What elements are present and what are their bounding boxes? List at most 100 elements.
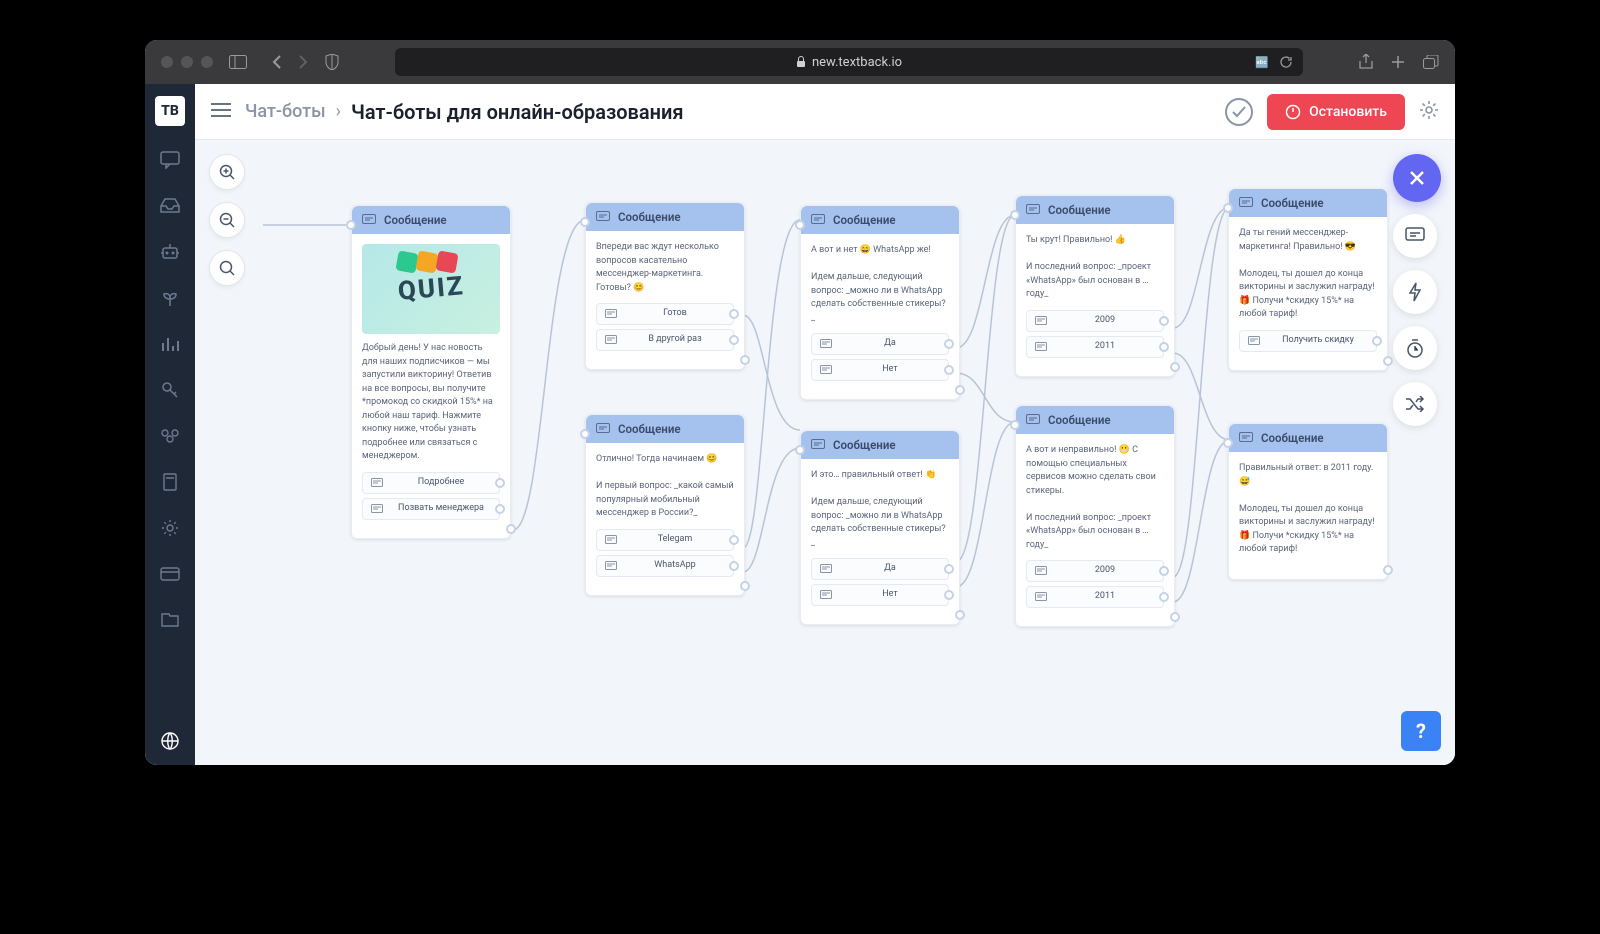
node-text: И это… правильный ответ! 👏 Идем дальше, … (811, 469, 949, 550)
settings-icon[interactable] (158, 516, 182, 540)
stop-button[interactable]: Остановить (1267, 94, 1405, 130)
team-icon[interactable] (158, 424, 182, 448)
port-in[interactable] (580, 217, 590, 227)
port-out[interactable] (1383, 565, 1393, 575)
node-button[interactable]: 2009 (1026, 560, 1164, 582)
node-button[interactable]: В другой раз (596, 329, 734, 351)
port-in[interactable] (795, 220, 805, 230)
port-out[interactable] (1159, 566, 1169, 576)
port-out[interactable] (944, 339, 954, 349)
port-in[interactable] (795, 445, 805, 455)
bot-icon[interactable] (158, 240, 182, 264)
port-out[interactable] (729, 335, 739, 345)
validate-button[interactable] (1225, 98, 1253, 126)
chat-icon[interactable] (158, 148, 182, 172)
menu-icon[interactable] (211, 102, 231, 121)
message-icon (596, 423, 610, 435)
sidebar-toggle-icon[interactable] (229, 55, 247, 69)
port-out[interactable] (740, 355, 750, 365)
flow-node[interactable]: Сообщение Ты крут! Правильно! 👍 И послед… (1015, 195, 1175, 377)
port-in[interactable] (1223, 438, 1233, 448)
port-out[interactable] (944, 365, 954, 375)
port-in[interactable] (346, 220, 356, 230)
message-icon (1026, 204, 1040, 216)
node-button[interactable]: Подробнее (362, 472, 500, 494)
tabs-icon[interactable] (1423, 54, 1439, 70)
node-text: Впереди вас ждут несколько вопросов каса… (596, 241, 734, 295)
node-button[interactable]: Нет (811, 584, 949, 606)
port-out[interactable] (1383, 356, 1393, 366)
port-out[interactable] (1159, 316, 1169, 326)
node-title: Сообщение (618, 422, 681, 436)
translate-icon[interactable]: 🔤 (1255, 56, 1269, 69)
key-icon[interactable] (158, 378, 182, 402)
shield-icon[interactable] (325, 54, 339, 70)
port-out[interactable] (740, 581, 750, 591)
node-button[interactable]: Telegam (596, 529, 734, 551)
port-out[interactable] (729, 535, 739, 545)
growth-icon[interactable] (158, 286, 182, 310)
close-window-icon[interactable] (161, 56, 173, 68)
back-icon[interactable] (271, 55, 283, 69)
flow-node[interactable]: Сообщение Правильный ответ: в 2011 году.… (1228, 423, 1388, 580)
flow-canvas[interactable]: ? (195, 140, 1455, 765)
analytics-icon[interactable] (158, 332, 182, 356)
port-out[interactable] (1170, 612, 1180, 622)
flow-node[interactable]: Сообщение И это… правильный ответ! 👏 Иде… (800, 430, 960, 625)
node-button[interactable]: Да (811, 333, 949, 355)
port-out[interactable] (955, 385, 965, 395)
node-text: Да ты гений мессенджер-маркетинга! Прави… (1239, 227, 1377, 322)
forward-icon[interactable] (297, 55, 309, 69)
new-tab-icon[interactable] (1391, 54, 1405, 70)
port-out[interactable] (506, 524, 516, 534)
port-in[interactable] (580, 429, 590, 439)
calculator-icon[interactable] (158, 470, 182, 494)
card-icon[interactable] (158, 562, 182, 586)
port-in[interactable] (1010, 210, 1020, 220)
node-button[interactable]: Нет (811, 359, 949, 381)
flow-node[interactable]: Сообщение А вот и неправильно! 😬 С помощ… (1015, 405, 1175, 627)
port-out[interactable] (944, 590, 954, 600)
port-out[interactable] (1372, 336, 1382, 346)
port-out[interactable] (944, 564, 954, 574)
port-out[interactable] (729, 309, 739, 319)
node-button[interactable]: Готов (596, 303, 734, 325)
port-out[interactable] (495, 478, 505, 488)
node-button[interactable]: 2011 (1026, 336, 1164, 358)
inbox-icon[interactable] (158, 194, 182, 218)
globe-icon[interactable] (158, 729, 182, 753)
maximize-window-icon[interactable] (201, 56, 213, 68)
settings-button[interactable] (1419, 100, 1439, 124)
node-button[interactable]: Получить скидку (1239, 330, 1377, 352)
port-in[interactable] (1223, 203, 1233, 213)
share-icon[interactable] (1359, 54, 1373, 70)
node-button[interactable]: 2009 (1026, 310, 1164, 332)
flow-node[interactable]: Сообщение Да ты гений мессенджер-маркети… (1228, 188, 1388, 371)
message-icon (811, 214, 825, 226)
node-title: Сообщение (1261, 196, 1324, 210)
logo[interactable]: TB (155, 96, 185, 126)
minimize-window-icon[interactable] (181, 56, 193, 68)
flow-node[interactable]: Сообщение Отлично! Тогда начинаем 😊 И пе… (585, 414, 745, 596)
port-out[interactable] (1159, 342, 1169, 352)
flow-node[interactable]: Сообщение Впереди вас ждут несколько воп… (585, 202, 745, 370)
node-text: А вот и неправильно! 😬 С помощью специал… (1026, 444, 1164, 552)
port-out[interactable] (955, 610, 965, 620)
reload-icon[interactable] (1279, 55, 1293, 69)
port-in[interactable] (1010, 420, 1020, 430)
breadcrumb-parent[interactable]: Чат-боты (245, 101, 326, 122)
node-button[interactable]: Позвать менеджера (362, 498, 500, 520)
port-out[interactable] (1170, 362, 1180, 372)
url-bar[interactable]: new.textback.io 🔤 (395, 48, 1303, 76)
flow-node[interactable]: Сообщение А вот и нет 😄 WhatsApp же! Иде… (800, 205, 960, 400)
docs-icon[interactable] (158, 608, 182, 632)
node-button[interactable]: 2011 (1026, 586, 1164, 608)
page-title: Чат-боты для онлайн-образования (351, 100, 684, 124)
port-out[interactable] (1159, 592, 1169, 602)
node-button[interactable]: Да (811, 558, 949, 580)
lock-icon (796, 56, 806, 68)
port-out[interactable] (495, 504, 505, 514)
node-button[interactable]: WhatsApp (596, 555, 734, 577)
port-out[interactable] (729, 561, 739, 571)
flow-node[interactable]: Сообщение QUIZ Добрый день! У нас новост… (351, 205, 511, 539)
